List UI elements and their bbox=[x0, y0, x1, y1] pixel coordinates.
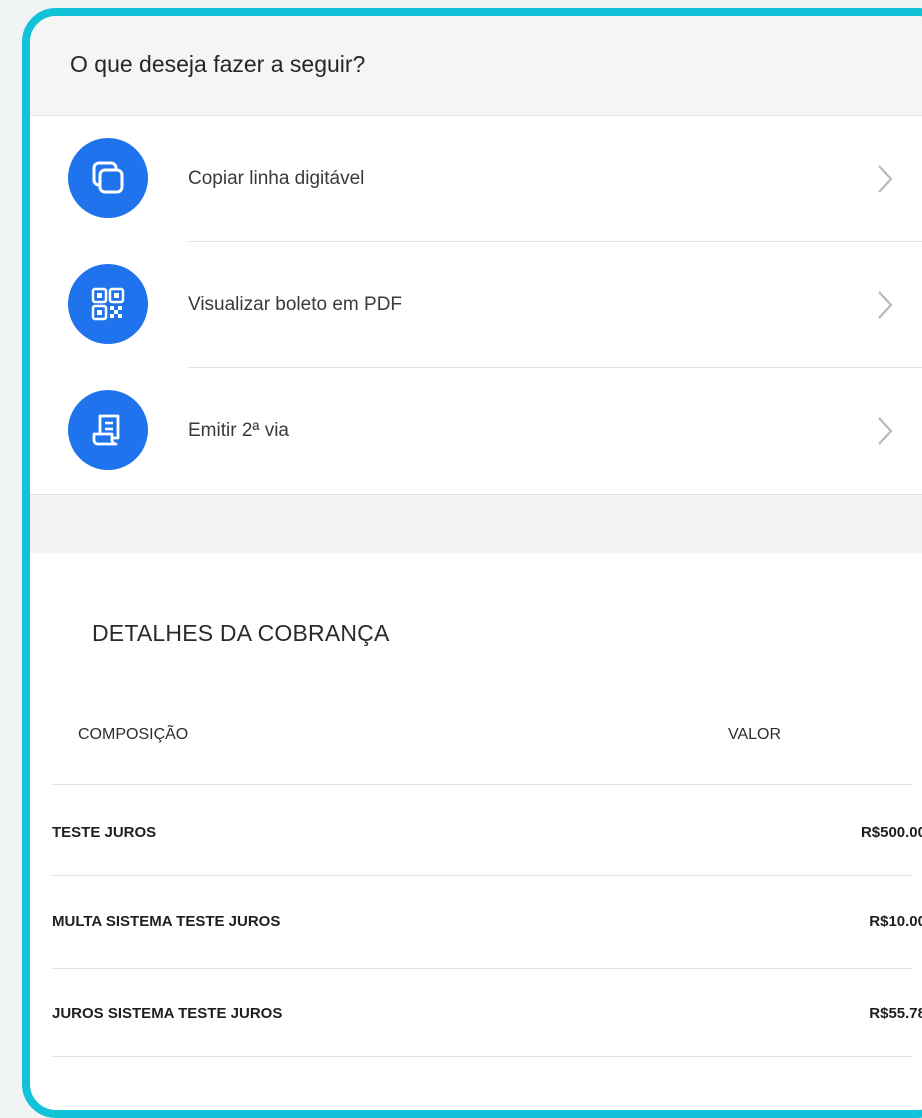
qr-code-icon bbox=[68, 264, 148, 344]
copy-icon bbox=[68, 138, 148, 218]
table-divider bbox=[52, 1056, 912, 1057]
chevron-right-icon bbox=[878, 291, 893, 319]
table-row-value: R$55.78 bbox=[869, 1005, 922, 1022]
copy-line-label: Copiar linha digitável bbox=[188, 168, 365, 189]
second-copy-label: Emitir 2ª via bbox=[188, 420, 289, 441]
actions-header: O que deseja fazer a seguir? bbox=[30, 16, 922, 116]
table-row-value: R$500.00 bbox=[860, 824, 922, 841]
table-row-name: MULTA SISTEMA TESTE JUROS bbox=[52, 913, 281, 930]
view-pdf-action[interactable]: Visualizar boleto em PDF bbox=[30, 242, 922, 368]
column-header-composition: COMPOSIÇÃO bbox=[78, 726, 189, 743]
device-frame: O que deseja fazer a seguir? Copiar linh… bbox=[22, 8, 922, 1118]
column-header-value: VALOR bbox=[728, 726, 782, 743]
copy-line-action[interactable]: Copiar linha digitável bbox=[30, 116, 922, 242]
details-title: DETALHES DA COBRANÇA bbox=[92, 620, 390, 646]
table-divider bbox=[52, 784, 912, 785]
table-divider bbox=[52, 875, 912, 876]
second-copy-action[interactable]: Emitir 2ª via bbox=[30, 368, 922, 494]
chevron-right-icon bbox=[878, 417, 893, 445]
page-title: O que deseja fazer a seguir? bbox=[70, 51, 366, 77]
table-row-name: JUROS SISTEMA TESTE JUROS bbox=[52, 1005, 283, 1022]
view-pdf-label: Visualizar boleto em PDF bbox=[188, 294, 403, 315]
table-divider bbox=[52, 968, 912, 969]
chevron-right-icon bbox=[878, 165, 893, 193]
table-row-value: R$10.00 bbox=[869, 913, 922, 930]
table-row-name: TESTE JUROS bbox=[52, 824, 157, 841]
receipt-icon bbox=[68, 390, 148, 470]
section-spacer bbox=[30, 494, 922, 553]
